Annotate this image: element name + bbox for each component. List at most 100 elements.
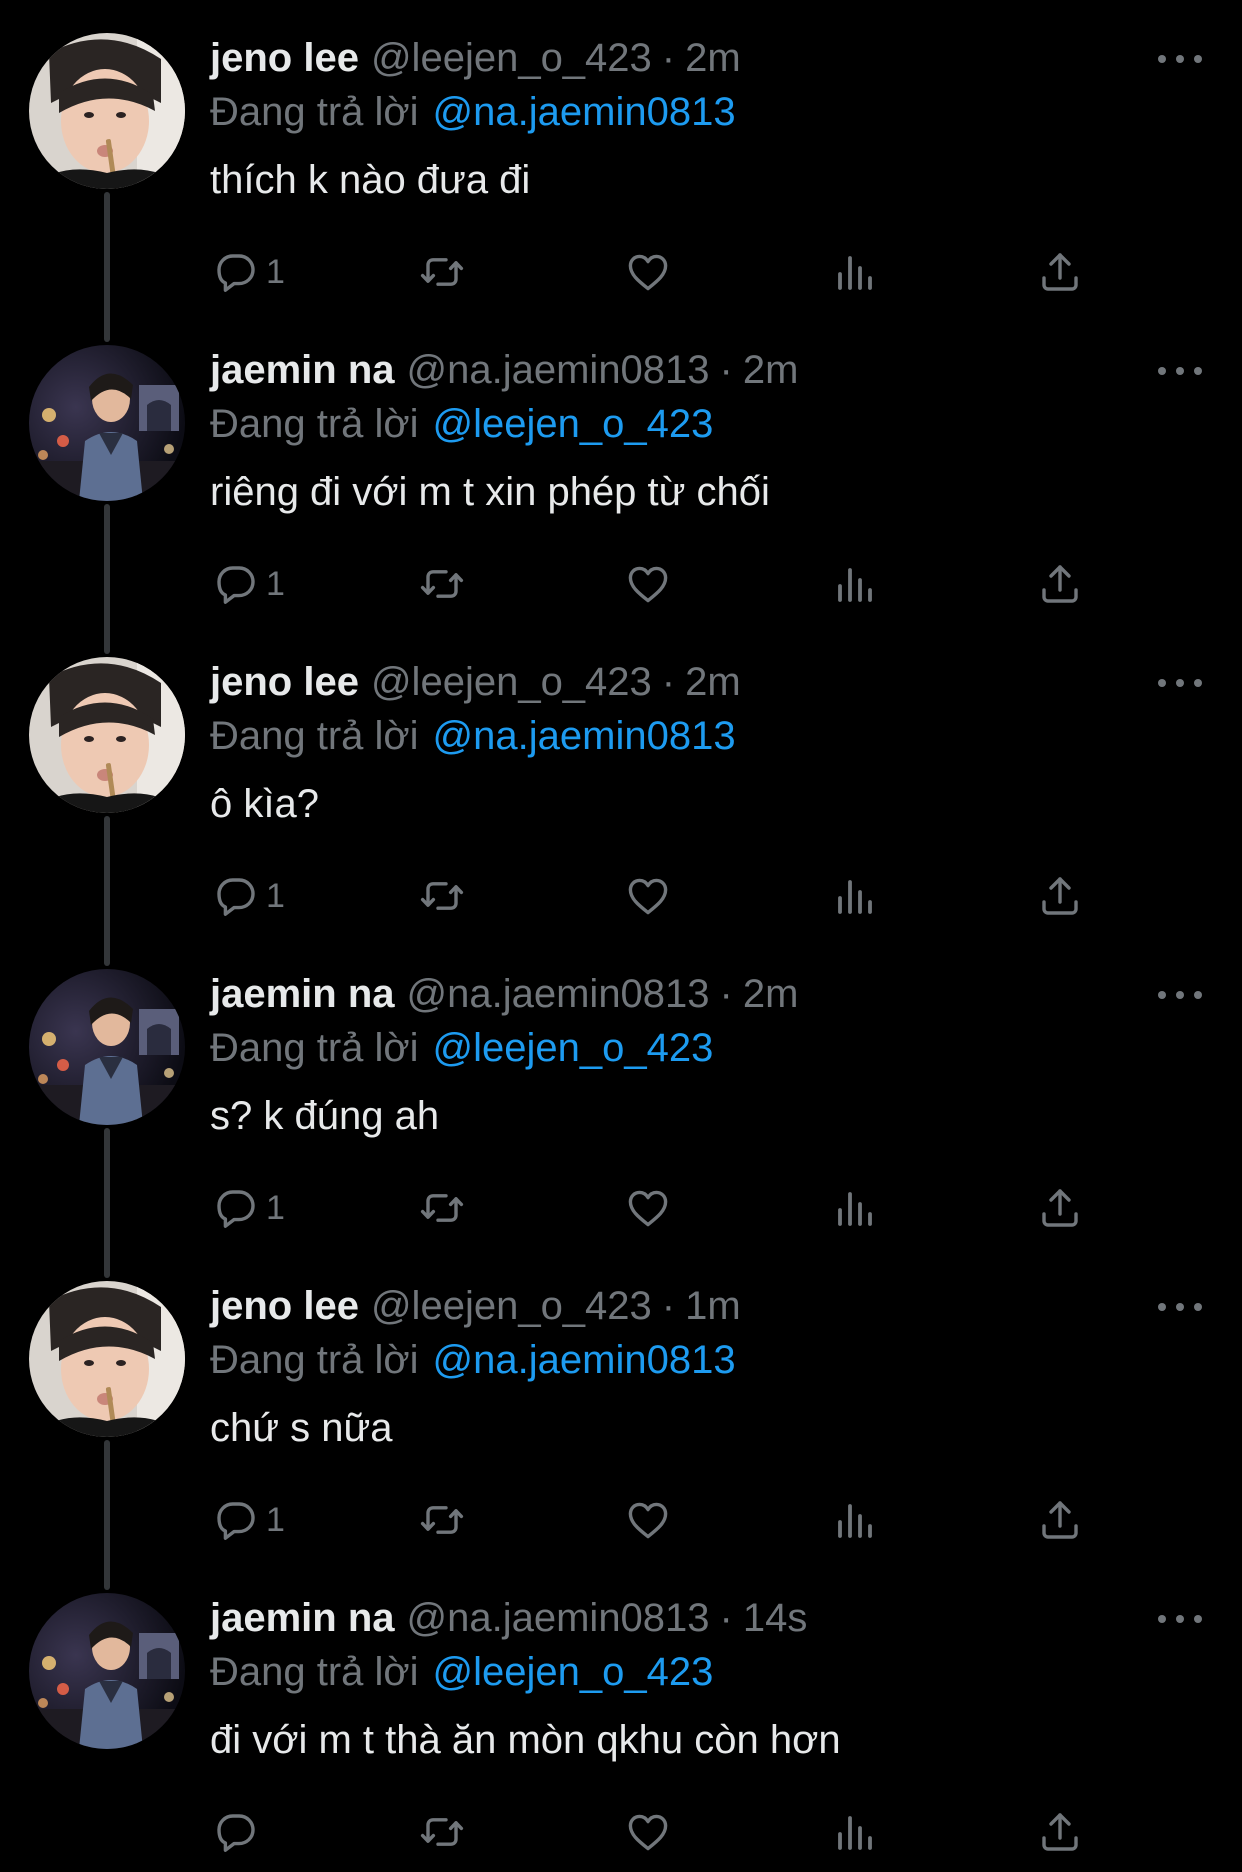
action-bar: 1 <box>0 1180 1242 1236</box>
action-bar: 1 <box>0 244 1242 300</box>
reply-button[interactable] <box>212 1804 266 1860</box>
avatar[interactable] <box>29 1593 185 1749</box>
reply-button[interactable]: 1 <box>212 1492 285 1548</box>
share-button[interactable] <box>1036 556 1084 612</box>
avatar[interactable] <box>29 657 185 813</box>
views-button[interactable] <box>830 1492 878 1548</box>
display-name[interactable]: jaemin na <box>210 1596 395 1640</box>
tweet-text: riêng đi với m t xin phép từ chối <box>210 470 770 514</box>
mention-link[interactable]: @na.jaemin0813 <box>433 1338 736 1382</box>
retweet-icon <box>418 248 466 296</box>
tweet-header: jaemin na @na.jaemin0813 · 14s <box>210 1590 807 1646</box>
share-button[interactable] <box>1036 868 1084 924</box>
action-bar: 1 <box>0 868 1242 924</box>
mention-link[interactable]: @leejen_o_423 <box>433 1026 714 1070</box>
display-name[interactable]: jaemin na <box>210 972 395 1016</box>
share-button[interactable] <box>1036 244 1084 300</box>
reply-count: 1 <box>266 564 285 603</box>
separator: · <box>719 1596 733 1640</box>
separator: · <box>661 1284 676 1328</box>
user-handle[interactable]: @leejen_o_423 <box>371 1284 652 1328</box>
retweet-button[interactable] <box>418 556 466 612</box>
retweet-button[interactable] <box>418 244 466 300</box>
tweet[interactable]: jaemin na @na.jaemin0813 · 2m Đang trả lời @… <box>0 312 1242 654</box>
views-button[interactable] <box>830 1804 878 1860</box>
views-button[interactable] <box>830 868 878 924</box>
separator: · <box>719 972 733 1016</box>
tweet[interactable]: jaemin na @na.jaemin0813 · 14s Đang trả lời… <box>0 1560 1242 1872</box>
tweet-text: thích k nào đưa đi <box>210 158 531 202</box>
display-name[interactable]: jeno lee <box>210 1284 359 1328</box>
heart-icon <box>624 560 672 608</box>
user-handle[interactable]: @leejen_o_423 <box>371 36 652 80</box>
avatar[interactable] <box>29 33 185 189</box>
tweet[interactable]: jeno lee @leejen_o_423 · 2m Đang trả lời @na… <box>0 0 1242 342</box>
display-name[interactable]: jeno lee <box>210 660 359 704</box>
mention-link[interactable]: @na.jaemin0813 <box>433 90 736 134</box>
display-name[interactable]: jaemin na <box>210 348 395 392</box>
more-options-icon[interactable] <box>1158 42 1202 76</box>
more-options-icon[interactable] <box>1158 1602 1202 1636</box>
replying-to: Đang trả lời @leejen_o_423 <box>210 1020 713 1076</box>
share-icon <box>1036 248 1084 296</box>
like-button[interactable] <box>624 1492 672 1548</box>
share-icon <box>1036 1808 1084 1856</box>
tweet[interactable]: jaemin na @na.jaemin0813 · 2m Đang trả lời @… <box>0 936 1242 1278</box>
reply-button[interactable]: 1 <box>212 556 285 612</box>
timestamp[interactable]: 2m <box>743 348 799 392</box>
like-button[interactable] <box>624 1804 672 1860</box>
tweet-text: chứ s nữa <box>210 1406 393 1450</box>
tweet-text: ô kìa? <box>210 782 319 826</box>
user-handle[interactable]: @na.jaemin0813 <box>407 348 710 392</box>
user-handle[interactable]: @na.jaemin0813 <box>407 1596 710 1640</box>
more-options-icon[interactable] <box>1158 354 1202 388</box>
retweet-button[interactable] <box>418 1180 466 1236</box>
avatar[interactable] <box>29 345 185 501</box>
retweet-icon <box>418 872 466 920</box>
share-button[interactable] <box>1036 1180 1084 1236</box>
share-icon <box>1036 1184 1084 1232</box>
timestamp[interactable]: 2m <box>685 660 741 704</box>
mention-link[interactable]: @na.jaemin0813 <box>433 714 736 758</box>
mention-link[interactable]: @leejen_o_423 <box>433 1650 714 1694</box>
views-button[interactable] <box>830 244 878 300</box>
display-name[interactable]: jeno lee <box>210 36 359 80</box>
timestamp[interactable]: 1m <box>685 1284 741 1328</box>
user-handle[interactable]: @na.jaemin0813 <box>407 972 710 1016</box>
user-handle[interactable]: @leejen_o_423 <box>371 660 652 704</box>
action-bar: 1 <box>0 556 1242 612</box>
replying-to-label: Đang trả lời <box>210 714 419 758</box>
retweet-button[interactable] <box>418 1804 466 1860</box>
like-button[interactable] <box>624 1180 672 1236</box>
heart-icon <box>624 1808 672 1856</box>
share-button[interactable] <box>1036 1804 1084 1860</box>
like-button[interactable] <box>624 556 672 612</box>
views-button[interactable] <box>830 1180 878 1236</box>
share-button[interactable] <box>1036 1492 1084 1548</box>
timestamp[interactable]: 14s <box>743 1596 808 1640</box>
retweet-button[interactable] <box>418 868 466 924</box>
avatar[interactable] <box>29 969 185 1125</box>
retweet-button[interactable] <box>418 1492 466 1548</box>
reply-button[interactable]: 1 <box>212 868 285 924</box>
reply-count: 1 <box>266 1188 285 1227</box>
avatar[interactable] <box>29 1281 185 1437</box>
mention-link[interactable]: @leejen_o_423 <box>433 402 714 446</box>
tweet[interactable]: jeno lee @leejen_o_423 · 1m Đang trả lời @na… <box>0 1248 1242 1590</box>
more-options-icon[interactable] <box>1158 666 1202 700</box>
retweet-icon <box>418 1184 466 1232</box>
timestamp[interactable]: 2m <box>743 972 799 1016</box>
like-button[interactable] <box>624 868 672 924</box>
reply-button[interactable]: 1 <box>212 1180 285 1236</box>
heart-icon <box>624 1496 672 1544</box>
views-button[interactable] <box>830 556 878 612</box>
more-options-icon[interactable] <box>1158 978 1202 1012</box>
share-icon <box>1036 872 1084 920</box>
heart-icon <box>624 248 672 296</box>
tweet[interactable]: jeno lee @leejen_o_423 · 2m Đang trả lời @na… <box>0 624 1242 966</box>
reply-button[interactable]: 1 <box>212 244 285 300</box>
timestamp[interactable]: 2m <box>685 36 741 80</box>
like-button[interactable] <box>624 244 672 300</box>
tweet-header: jeno lee @leejen_o_423 · 1m <box>210 1278 741 1334</box>
more-options-icon[interactable] <box>1158 1290 1202 1324</box>
